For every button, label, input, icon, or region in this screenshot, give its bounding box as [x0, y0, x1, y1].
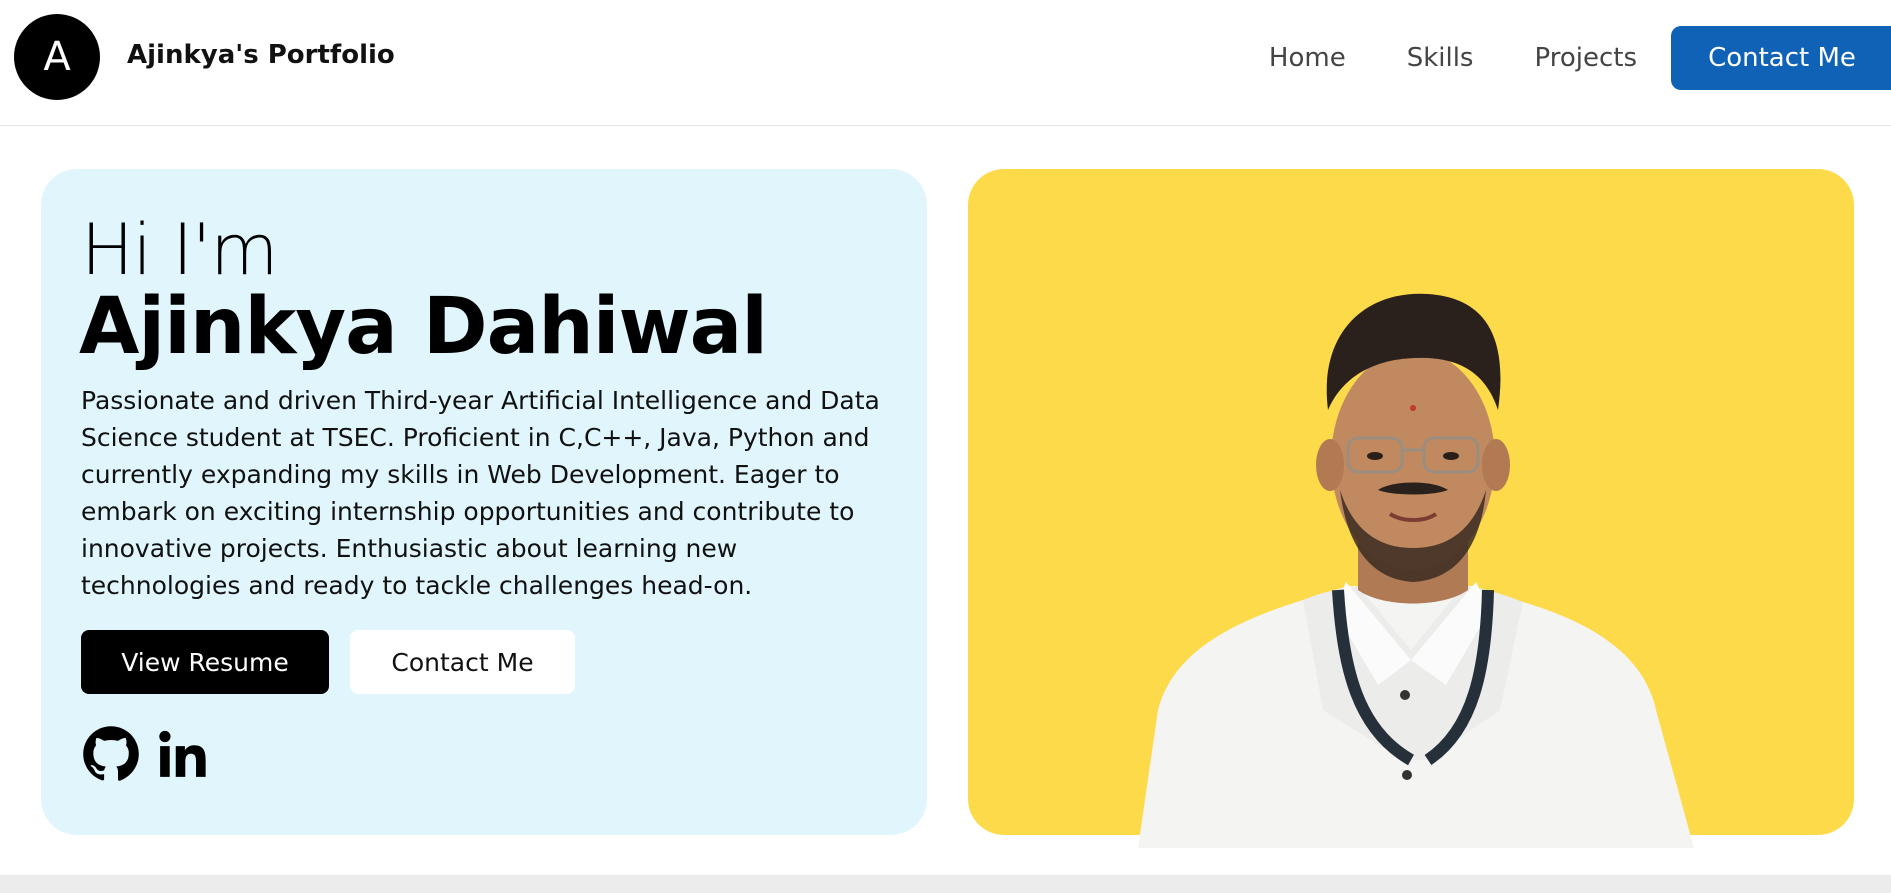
view-resume-button[interactable]: View Resume — [81, 630, 329, 694]
logo-letter: A — [43, 34, 71, 80]
bottom-strip — [0, 875, 1891, 893]
contact-me-button[interactable]: Contact Me — [350, 630, 575, 694]
github-link[interactable] — [81, 724, 141, 784]
linkedin-link[interactable] — [155, 724, 209, 784]
nav-links: Home Skills Projects Contact Me — [1269, 0, 1891, 116]
brand-title[interactable]: Ajinkya's Portfolio — [127, 40, 395, 70]
linkedin-icon — [159, 730, 206, 777]
nav-contact-button[interactable]: Contact Me — [1671, 26, 1891, 90]
nav-link-skills[interactable]: Skills — [1407, 43, 1474, 73]
nav-link-home[interactable]: Home — [1269, 43, 1346, 73]
hero-name: Ajinkya Dahiwal — [79, 282, 768, 372]
intro-card: Hi I'm Ajinkya Dahiwal Passionate and dr… — [41, 169, 927, 835]
navbar: A Ajinkya's Portfolio Home Skills Projec… — [0, 0, 1891, 126]
profile-photo — [1138, 293, 1694, 848]
nav-link-projects[interactable]: Projects — [1534, 43, 1637, 73]
portfolio-page: A Ajinkya's Portfolio Home Skills Projec… — [0, 0, 1891, 893]
bio-text: Passionate and driven Third-year Artific… — [81, 386, 880, 600]
logo[interactable]: A — [14, 14, 100, 100]
github-icon — [83, 726, 139, 781]
social-links — [81, 724, 209, 784]
greeting: Hi I'm — [81, 209, 278, 291]
